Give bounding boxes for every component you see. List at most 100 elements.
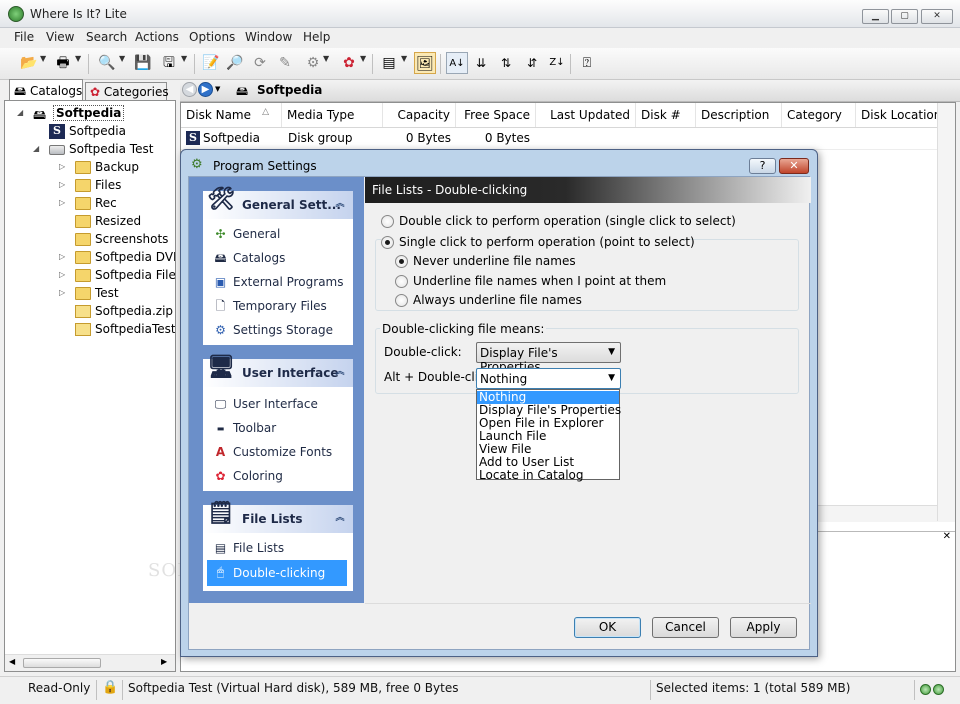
column-description[interactable]: Description: [696, 103, 782, 127]
tree-item[interactable]: S Softpedia: [5, 123, 175, 141]
pen-icon[interactable]: ✎: [274, 52, 296, 74]
chevron-down-icon[interactable]: ▼: [323, 54, 329, 63]
help-cursor-icon[interactable]: ⍰: [576, 52, 598, 74]
alt-double-click-options[interactable]: Nothing Display File's Properties Open Fil…: [476, 389, 621, 482]
menu-view[interactable]: View: [46, 30, 74, 44]
search-icon[interactable]: 🔍: [96, 52, 118, 74]
help-button[interactable]: ?: [749, 158, 776, 174]
chevron-up-icon[interactable]: ︽: [333, 197, 347, 211]
thumbnails-icon[interactable]: 🖼: [414, 52, 436, 74]
forward-icon[interactable]: ▶: [198, 82, 213, 97]
column-media-type[interactable]: Media Type: [282, 103, 383, 127]
scrollbar-thumb[interactable]: [23, 658, 101, 668]
radio-dot: [395, 275, 408, 288]
list-vertical-scrollbar[interactable]: [937, 103, 955, 521]
menu-file[interactable]: File: [14, 30, 34, 44]
expand-icon[interactable]: ▷: [59, 288, 65, 297]
chevron-down-icon[interactable]: ▼: [401, 54, 407, 63]
chevron-down-icon[interactable]: ▼: [75, 54, 81, 63]
tree-item[interactable]: SoftpediaTest: [5, 321, 175, 339]
expand-icon[interactable]: ▷: [59, 162, 65, 171]
chevron-up-icon[interactable]: ︽: [333, 365, 347, 379]
status-indicator-icon: [920, 684, 931, 695]
apply-button[interactable]: Apply: [730, 617, 797, 638]
printer-icon[interactable]: 🖶: [52, 52, 74, 74]
tree-item[interactable]: ▷ Softpedia Files: [5, 267, 175, 285]
tools-icon[interactable]: ⚙: [302, 52, 324, 74]
tree-item[interactable]: ▷ Test: [5, 285, 175, 303]
tree-item[interactable]: ◢ Softpedia Test: [5, 141, 175, 159]
close-icon[interactable]: ✕: [943, 531, 951, 542]
chevron-down-icon[interactable]: ▼: [40, 54, 46, 63]
menu-options[interactable]: Options: [189, 30, 235, 44]
lock-icon: 🔒: [102, 680, 119, 695]
scroll-left-icon[interactable]: ◀: [9, 657, 15, 666]
tree-item[interactable]: ▷ Rec: [5, 195, 175, 213]
sort-type-icon[interactable]: ⇵: [521, 52, 543, 74]
nav-item-double-clicking[interactable]: 🖱 Double-clicking: [207, 560, 347, 586]
dropdown-option[interactable]: Locate in Catalog: [477, 469, 619, 482]
column-capacity[interactable]: Capacity: [383, 103, 456, 127]
scroll-right-icon[interactable]: ▶: [161, 657, 167, 666]
toolbar-separator: [194, 54, 195, 74]
tree-horizontal-scrollbar[interactable]: ◀ ▶: [5, 654, 175, 671]
column-free-space[interactable]: Free Space: [456, 103, 536, 127]
expand-icon[interactable]: ▷: [59, 252, 65, 261]
column-disk-number[interactable]: Disk #: [636, 103, 696, 127]
nav-group-user-interface[interactable]: 🖥 User Interface ︽: [203, 355, 353, 387]
chevron-down-icon[interactable]: ▼: [119, 54, 125, 63]
tree-item[interactable]: ▷ Files: [5, 177, 175, 195]
sort-az-icon[interactable]: A↓: [446, 52, 468, 74]
dialog-close-button[interactable]: ✕: [779, 158, 809, 174]
tree-item[interactable]: ▷ Backup: [5, 159, 175, 177]
column-category[interactable]: Category: [782, 103, 856, 127]
ok-button[interactable]: OK: [574, 617, 641, 638]
tree-item[interactable]: ◢ 🖴 Softpedia: [5, 105, 175, 123]
column-last-updated[interactable]: Last Updated: [536, 103, 636, 127]
view-mode-icon[interactable]: ▤: [378, 52, 400, 74]
expand-icon[interactable]: ▷: [59, 180, 65, 189]
collapse-icon[interactable]: ◢: [17, 108, 23, 117]
tab-catalogs[interactable]: 🖴 Catalogs: [9, 79, 83, 101]
cancel-button[interactable]: Cancel: [652, 617, 719, 638]
menu-actions[interactable]: Actions: [135, 30, 179, 44]
catalog-tree[interactable]: ◢ 🖴 Softpedia S Softpedia ◢ Softpedia Test ▷ Bac…: [4, 100, 176, 672]
close-button[interactable]: ✕: [921, 9, 953, 24]
save-icon[interactable]: 💾: [132, 52, 154, 74]
menu-help[interactable]: Help: [303, 30, 330, 44]
nav-group-file-lists[interactable]: 🗒 File Lists ︽: [203, 501, 353, 533]
open-folder-icon[interactable]: 📂: [18, 52, 40, 74]
dialog-title: Program Settings: [213, 159, 317, 173]
collapse-icon[interactable]: ◢: [33, 144, 39, 153]
expand-icon[interactable]: ▷: [59, 198, 65, 207]
menu-window[interactable]: Window: [245, 30, 292, 44]
properties-icon[interactable]: 📝: [200, 52, 222, 74]
sort-za-icon[interactable]: Z↓: [546, 52, 568, 74]
categories-icon[interactable]: ✿: [338, 52, 360, 74]
scan-disk-icon[interactable]: 🖫: [158, 52, 180, 74]
tree-item[interactable]: Softpedia.zip: [5, 303, 175, 321]
menu-search[interactable]: Search: [86, 30, 127, 44]
chevron-up-icon[interactable]: ︽: [333, 511, 347, 525]
tree-item[interactable]: Resized: [5, 213, 175, 231]
chevron-down-icon[interactable]: ▼: [181, 54, 187, 63]
maximize-button[interactable]: ▢: [891, 9, 918, 24]
tree-item[interactable]: Screenshots: [5, 231, 175, 249]
sort-date-icon[interactable]: ⇅: [495, 52, 517, 74]
table-row[interactable]: S Softpedia Disk group 0 Bytes 0 Bytes: [181, 127, 955, 149]
tree-item[interactable]: ▷ Softpedia DVD: [5, 249, 175, 267]
alt-double-click-select[interactable]: Nothing ▼: [476, 368, 621, 389]
expand-icon[interactable]: ▷: [59, 270, 65, 279]
nav-group-general[interactable]: 🛠 General Sett... ︽: [203, 187, 353, 219]
back-icon[interactable]: ◀: [182, 82, 197, 97]
refresh-icon[interactable]: ⟳: [249, 52, 271, 74]
radio-single-click[interactable]: Single click to perform operation (point…: [381, 234, 695, 252]
minimize-button[interactable]: ▁: [862, 9, 889, 24]
chevron-down-icon[interactable]: ▼: [215, 85, 220, 93]
chevron-down-icon[interactable]: ▼: [360, 54, 366, 63]
sort-size-icon[interactable]: ⇊: [470, 52, 492, 74]
double-click-select[interactable]: Display File's Properties ▼: [476, 342, 621, 374]
column-disk-name[interactable]: Disk Name △: [181, 103, 282, 127]
tab-categories[interactable]: ✿ Categories: [85, 82, 169, 101]
find-icon[interactable]: 🔎: [224, 52, 246, 74]
